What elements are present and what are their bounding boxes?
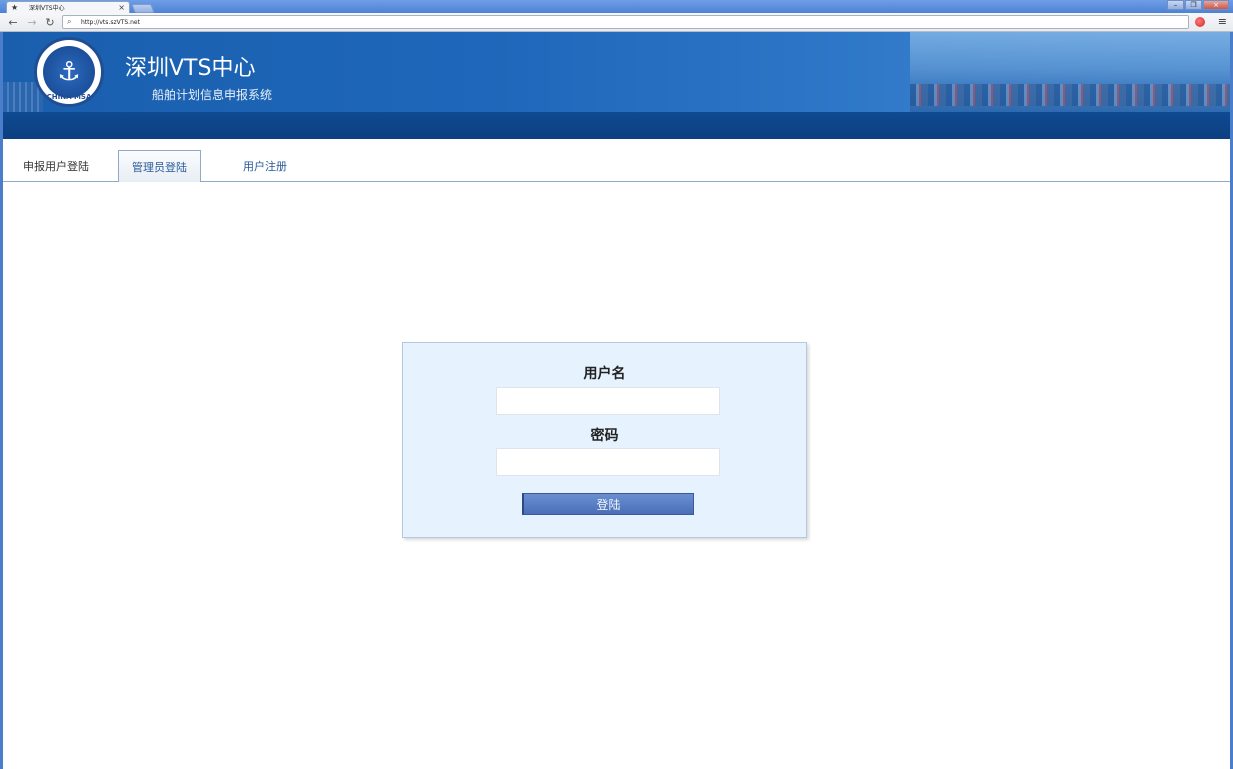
login-nav: 申报用户登陆 管理员登陆 用户注册 xyxy=(3,139,1230,182)
login-button[interactable]: 登陆 xyxy=(522,493,694,515)
login-form: 用户名 密码 登陆 xyxy=(402,342,807,538)
menu-icon[interactable]: ≡ xyxy=(1218,15,1227,28)
banner-stripe xyxy=(3,112,1230,139)
username-label: 用户名 xyxy=(583,366,626,382)
search-icon: ⌕ xyxy=(67,17,72,26)
browser-tab-title: 深圳VTS中心 xyxy=(29,5,65,12)
password-label: 密码 xyxy=(590,428,619,444)
banner-port-image xyxy=(910,32,1230,112)
tab-close-icon[interactable]: × xyxy=(118,3,125,12)
site-subtitle: 船舶计划信息申报系统 xyxy=(152,88,273,102)
browser-toolbar: ← → ↻ ⌕ http://vts.szVTS.net ≡ xyxy=(0,13,1233,32)
tab-admin-login[interactable]: 管理员登陆 xyxy=(118,150,201,182)
logo-text: CHINA MSA xyxy=(46,93,92,101)
anchor-icon: ⚓ xyxy=(43,46,95,98)
address-bar[interactable]: ⌕ http://vts.szVTS.net xyxy=(62,15,1189,29)
tab-register[interactable]: 用户注册 xyxy=(225,150,305,182)
tab-user-login[interactable]: 申报用户登陆 xyxy=(3,150,109,182)
site-title: 深圳VTS中心 xyxy=(125,56,256,81)
forward-arrow-icon[interactable]: → xyxy=(24,15,40,30)
page-content: ⚓ CHINA MSA 深圳VTS中心 船舶计划信息申报系统 申报用户登陆 管理… xyxy=(3,32,1230,769)
header-banner: ⚓ CHINA MSA 深圳VTS中心 船舶计划信息申报系统 xyxy=(3,32,1230,139)
restore-button[interactable]: ❐ xyxy=(1185,0,1202,10)
browser-tabstrip: ★ 深圳VTS中心 × – ❐ × xyxy=(0,0,1233,13)
new-tab-button[interactable] xyxy=(131,4,155,13)
address-url[interactable]: http://vts.szVTS.net xyxy=(79,19,140,26)
extension-icon[interactable] xyxy=(1195,17,1205,27)
window-controls: – ❐ × xyxy=(1167,0,1229,10)
username-input[interactable] xyxy=(496,387,720,415)
msa-logo: ⚓ CHINA MSA xyxy=(34,37,104,107)
password-input[interactable] xyxy=(496,448,720,476)
minimize-button[interactable]: – xyxy=(1167,0,1184,10)
back-arrow-icon[interactable]: ← xyxy=(5,15,21,30)
close-window-button[interactable]: × xyxy=(1203,0,1229,10)
favicon-star-icon: ★ xyxy=(11,3,19,12)
reload-icon[interactable]: ↻ xyxy=(42,15,58,30)
browser-tab[interactable]: ★ 深圳VTS中心 × xyxy=(6,1,130,13)
